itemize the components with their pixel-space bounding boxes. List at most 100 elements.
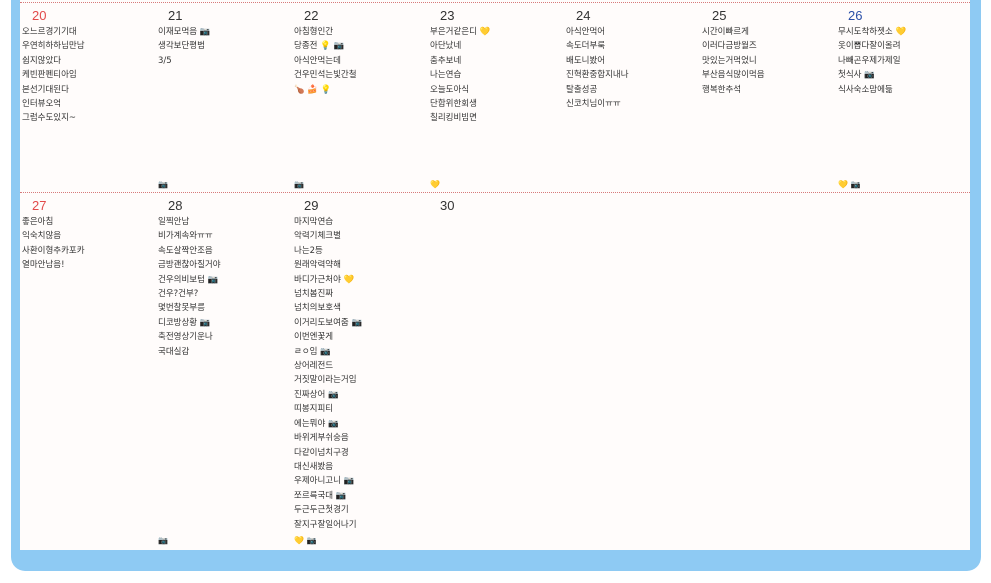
entry-item[interactable]: 케빈판펜티아임 bbox=[22, 68, 85, 82]
entry-item[interactable]: 띠봉지피티 bbox=[294, 402, 362, 416]
entry-item[interactable]: 건우의비보텀 📷 bbox=[158, 273, 221, 287]
entry-item[interactable]: 오느르경기기대 bbox=[22, 25, 85, 39]
day-cell-25[interactable]: 25 시간이빠르게 이러다금방월즈 맛있는거먹었니 부산음식많이먹음 행복한추석 bbox=[700, 3, 836, 193]
entry-list: 무시도착하젯소 💛 옷이뽑다잘이올려 나빼곤우제가제일 첫식사 📷 식사숙소맘에… bbox=[838, 25, 906, 97]
entry-item[interactable]: 마지막연습 bbox=[294, 215, 362, 229]
entry-item[interactable]: 일찍안남 bbox=[158, 215, 221, 229]
entry-item[interactable]: 부은거같은디 💛 bbox=[430, 25, 490, 39]
entry-item[interactable]: 나는연습 bbox=[430, 68, 490, 82]
day-number: 20 bbox=[32, 8, 47, 23]
entry-item[interactable]: 아단났네 bbox=[430, 39, 490, 53]
entry-item[interactable]: 이러다금방월즈 bbox=[702, 39, 765, 53]
day-number: 22 bbox=[304, 8, 319, 23]
day-cell-29[interactable]: 29 마지막연습 악력기체크별 나는2등 원래악력약해 바디가근처야 💛 넘치봄… bbox=[292, 193, 428, 551]
entry-item[interactable]: 금방괜찮아질거야 bbox=[158, 258, 221, 272]
day-cell-30[interactable]: 30 bbox=[428, 193, 564, 551]
entry-item[interactable]: 인터뷰오억 bbox=[22, 97, 85, 111]
entry-item[interactable]: 아식안먹어 bbox=[566, 25, 629, 39]
entry-item[interactable]: 부산음식많이먹음 bbox=[702, 68, 765, 82]
entry-item[interactable]: 좋은아침 bbox=[22, 215, 85, 229]
day-footer-icons: 📷 bbox=[158, 180, 168, 189]
entry-item[interactable]: 나빼곤우제가제일 bbox=[838, 54, 906, 68]
entry-item[interactable]: 바디가근처야 💛 bbox=[294, 273, 362, 287]
entry-item[interactable]: 상어레전드 bbox=[294, 359, 362, 373]
entry-list: 아침형인간 당종전 💡 📷 아식안먹는데 건우민석는빛간철 🍗 🍰 💡 bbox=[294, 25, 357, 97]
entry-item[interactable]: 오늘도아식 bbox=[430, 83, 490, 97]
entry-item[interactable]: 시간이빠르게 bbox=[702, 25, 765, 39]
entry-list: 좋은아침 익숙치않음 사환이형추카포카 열마안남음! bbox=[22, 215, 85, 273]
entry-item[interactable]: 진짜상어 📷 bbox=[294, 388, 362, 402]
day-footer-icons: 💛 bbox=[430, 180, 440, 189]
entry-item[interactable]: 이거리도보여줌 📷 bbox=[294, 316, 362, 330]
entry-item[interactable]: 원래악력약해 bbox=[294, 258, 362, 272]
day-cell-24[interactable]: 24 아식안먹어 속도더부룩 배도니봤어 진혁환중합지내나 탈출성공 신코치님이… bbox=[564, 3, 700, 193]
entry-item[interactable]: 맛있는거먹었니 bbox=[702, 54, 765, 68]
entry-item[interactable]: 열마안남음! bbox=[22, 258, 85, 272]
entry-item[interactable]: 우제아니고니 📷 bbox=[294, 474, 362, 488]
day-cell-27[interactable]: 27 좋은아침 익숙치않음 사환이형추카포카 열마안남음! bbox=[20, 193, 156, 551]
entry-item[interactable]: 🍗 🍰 💡 bbox=[294, 83, 357, 97]
entry-item[interactable]: 나는2등 bbox=[294, 244, 362, 258]
entry-item[interactable]: 잘지구잘일어나기 bbox=[294, 518, 362, 532]
entry-item[interactable]: 춤추보네 bbox=[430, 54, 490, 68]
entry-item[interactable]: 3/5 bbox=[158, 54, 210, 68]
entry-item[interactable]: 사환이형추카포카 bbox=[22, 244, 85, 258]
entry-list: 부은거같은디 💛 아단났네 춤추보네 나는연습 오늘도아식 단합위한회생 칠리킹… bbox=[430, 25, 490, 126]
entry-item[interactable]: 이재모먹음 📷 bbox=[158, 25, 210, 39]
calendar-grid: 20 오느르경기기대 우연히하하님만남 쉽지않았다 케빈판펜티아임 본선기대된다… bbox=[20, 0, 970, 550]
entry-item[interactable]: 거짓말이라는거임 bbox=[294, 373, 362, 387]
entry-item[interactable]: 그럼수도있지~ bbox=[22, 111, 85, 125]
entry-item[interactable]: 두근두근첫경기 bbox=[294, 503, 362, 517]
entry-item[interactable]: 진혁환중합지내나 bbox=[566, 68, 629, 82]
entry-item[interactable]: 배도니봤어 bbox=[566, 54, 629, 68]
entry-item[interactable]: 탈출성공 bbox=[566, 83, 629, 97]
entry-item[interactable]: 쉽지않았다 bbox=[22, 54, 85, 68]
entry-item[interactable]: 칠리킹비빔면 bbox=[430, 111, 490, 125]
entry-item[interactable]: 대신새봤음 bbox=[294, 460, 362, 474]
entry-item[interactable]: 비가계속와ㅠㅠ bbox=[158, 229, 221, 243]
entry-item[interactable]: 악력기체크별 bbox=[294, 229, 362, 243]
day-cell-28[interactable]: 28 일찍안남 비가계속와ㅠㅠ 속도살짝안조음 금방괜찮아질거야 건우의비보텀 … bbox=[156, 193, 292, 551]
entry-item[interactable]: 국대실감 bbox=[158, 345, 221, 359]
week-row-1: 20 오느르경기기대 우연히하하님만남 쉽지않았다 케빈판펜티아임 본선기대된다… bbox=[20, 2, 970, 193]
entry-item[interactable]: 당종전 💡 📷 bbox=[294, 39, 357, 53]
day-number: 27 bbox=[32, 198, 47, 213]
entry-item[interactable]: 축전영상기운나 bbox=[158, 330, 221, 344]
entry-item[interactable]: 무시도착하젯소 💛 bbox=[838, 25, 906, 39]
entry-item[interactable]: 우연히하하님만남 bbox=[22, 39, 85, 53]
entry-item[interactable]: 건우?건부? bbox=[158, 287, 221, 301]
day-cell-23[interactable]: 23 부은거같은디 💛 아단났네 춤추보네 나는연습 오늘도아식 단합위한회생 … bbox=[428, 3, 564, 193]
entry-item[interactable]: 본선기대된다 bbox=[22, 83, 85, 97]
entry-item[interactable]: 넘치봄진짜 bbox=[294, 287, 362, 301]
day-cell-20[interactable]: 20 오느르경기기대 우연히하하님만남 쉽지않았다 케빈판펜티아임 본선기대된다… bbox=[20, 3, 156, 193]
entry-list: 일찍안남 비가계속와ㅠㅠ 속도살짝안조음 금방괜찮아질거야 건우의비보텀 📷 건… bbox=[158, 215, 221, 359]
day-cell-22[interactable]: 22 아침형인간 당종전 💡 📷 아식안먹는데 건우민석는빛간철 🍗 🍰 💡 📷 bbox=[292, 3, 428, 193]
entry-item[interactable]: 단합위한회생 bbox=[430, 97, 490, 111]
entry-item[interactable]: 생각보단평범 bbox=[158, 39, 210, 53]
entry-item[interactable]: 이번엔꽃게 bbox=[294, 330, 362, 344]
day-cell-26[interactable]: 26 무시도착하젯소 💛 옷이뽑다잘이올려 나빼곤우제가제일 첫식사 📷 식사숙… bbox=[836, 3, 972, 193]
entry-item[interactable]: 쪼르륵국대 📷 bbox=[294, 489, 362, 503]
entry-item[interactable]: 속도살짝안조음 bbox=[158, 244, 221, 258]
entry-item[interactable]: 아침형인간 bbox=[294, 25, 357, 39]
day-footer-icons: 💛 📷 bbox=[294, 536, 317, 545]
entry-item[interactable]: ㄹㅇ임 📷 bbox=[294, 345, 362, 359]
entry-item[interactable]: 옷이뽑다잘이올려 bbox=[838, 39, 906, 53]
entry-item[interactable]: 행복한추석 bbox=[702, 83, 765, 97]
entry-item[interactable]: 다같이넘치구경 bbox=[294, 446, 362, 460]
entry-item[interactable]: 건우민석는빛간철 bbox=[294, 68, 357, 82]
day-cell-21[interactable]: 21 이재모먹음 📷 생각보단평범 3/5 📷 bbox=[156, 3, 292, 193]
entry-item[interactable]: 바위게부쉬숭음 bbox=[294, 431, 362, 445]
entry-item[interactable]: 식사숙소맘에듦 bbox=[838, 83, 906, 97]
entry-item[interactable]: 디코방상황 📷 bbox=[158, 316, 221, 330]
entry-item[interactable]: 첫식사 📷 bbox=[838, 68, 906, 82]
day-number: 25 bbox=[712, 8, 727, 23]
entry-item[interactable]: 아식안먹는데 bbox=[294, 54, 357, 68]
entry-item[interactable]: 넘치의보호색 bbox=[294, 301, 362, 315]
entry-item[interactable]: 에는뭐야 📷 bbox=[294, 417, 362, 431]
entry-item[interactable]: 익숙치않음 bbox=[22, 229, 85, 243]
entry-item[interactable]: 신코치님이ㅠㅠ bbox=[566, 97, 629, 111]
entry-list: 시간이빠르게 이러다금방월즈 맛있는거먹었니 부산음식많이먹음 행복한추석 bbox=[702, 25, 765, 97]
entry-item[interactable]: 몇번찰못부름 bbox=[158, 301, 221, 315]
entry-item[interactable]: 속도더부룩 bbox=[566, 39, 629, 53]
